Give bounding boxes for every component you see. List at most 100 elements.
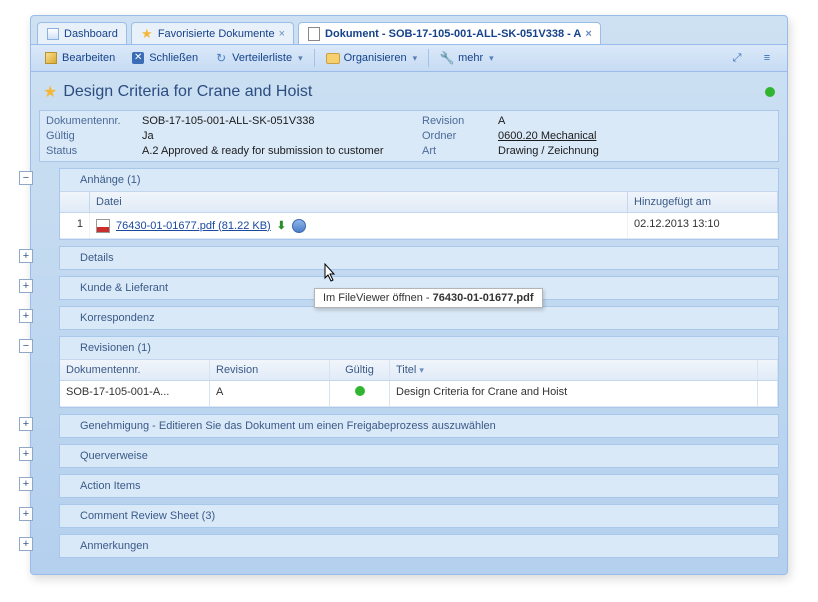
gear-icon: ≡ (760, 51, 774, 65)
approval-panel: Genehmigung - Editieren Sie das Dokument… (59, 414, 779, 438)
tab-close-icon[interactable]: × (279, 28, 285, 40)
panel-toggle[interactable]: − (19, 171, 33, 185)
maximize-icon: ⤢ (730, 51, 744, 65)
download-icon[interactable]: ⬇ (277, 219, 286, 232)
details-panel: Details (59, 246, 779, 270)
panel-title: Action Items (80, 480, 141, 492)
panel-header[interactable]: Action Items (60, 475, 778, 497)
panel-title: Details (80, 252, 114, 264)
panel-toggle[interactable]: + (19, 309, 33, 323)
panel-header[interactable]: Comment Review Sheet (3) (60, 505, 778, 527)
fileviewer-icon[interactable] (292, 219, 306, 233)
cell: SOB-17-105-001-A... (60, 381, 210, 406)
prop-label: Ordner (422, 130, 492, 142)
actionitems-panel: Action Items (59, 474, 779, 498)
cell-date: 02.12.2013 13:10 (628, 213, 778, 238)
prop-label: Art (422, 145, 492, 157)
panel-title: Kunde & Lieferant (80, 282, 168, 294)
edit-button[interactable]: Bearbeiten (37, 47, 122, 69)
tab-close-icon[interactable]: × (585, 28, 591, 40)
col-header[interactable]: Dokumentennr. (60, 360, 210, 380)
pdf-icon (96, 219, 110, 233)
revisions-panel: Revisionen (1) Dokumentennr. Revision Gü… (59, 336, 779, 408)
maximize-button[interactable]: ⤢ (723, 47, 751, 69)
panel-header[interactable]: Genehmigung - Editieren Sie das Dokument… (60, 415, 778, 437)
distribution-list-button[interactable]: ↻ Verteilerliste ▾ (207, 47, 309, 69)
panel-title: Genehmigung - Editieren Sie das Dokument… (80, 420, 496, 432)
tab-label: Favorisierte Dokumente (158, 28, 275, 40)
document-title: Design Criteria for Crane and Hoist (63, 83, 765, 101)
favorite-star-icon[interactable]: ★ (43, 82, 57, 102)
panel-toggle[interactable]: + (19, 279, 33, 293)
panel-toggle[interactable]: − (19, 339, 33, 353)
panel-title: Anmerkungen (80, 540, 149, 552)
prop-value: Drawing / Zeichnung (498, 145, 772, 157)
close-button[interactable]: ✕ Schließen (124, 47, 205, 69)
panel-toggle[interactable]: + (19, 417, 33, 431)
dashboard-icon (46, 27, 60, 41)
panel-toggle[interactable]: + (19, 249, 33, 263)
col-header[interactable]: Titel▾ (390, 360, 758, 380)
button-label: Schließen (149, 52, 198, 64)
col-header[interactable]: Revision (210, 360, 330, 380)
col-header[interactable]: Datei (90, 192, 628, 212)
tab-dashboard[interactable]: Dashboard (37, 22, 127, 44)
chevron-down-icon: ▾ (298, 53, 303, 64)
prop-value: Ja (142, 130, 416, 142)
file-link[interactable]: 76430-01-01677.pdf (81.22 KB) (116, 220, 271, 232)
folder-link[interactable]: 0600.20 Mechanical (498, 130, 772, 142)
status-indicator (765, 87, 775, 97)
panel-title: Comment Review Sheet (3) (80, 510, 215, 522)
document-icon (307, 27, 321, 41)
col-menu[interactable] (758, 360, 778, 380)
settings-button[interactable]: ≡ (753, 47, 781, 69)
panel-header[interactable]: Details (60, 247, 778, 269)
more-button[interactable]: 🔧 mehr ▾ (433, 47, 501, 69)
wrench-icon: 🔧 (440, 51, 454, 65)
tab-label: Dokument - SOB-17-105-001-ALL-SK-051V338… (325, 28, 581, 40)
comment-panel: Comment Review Sheet (3) (59, 504, 779, 528)
panel-toggle[interactable]: + (19, 537, 33, 551)
revisions-grid: Dokumentennr. Revision Gültig Titel▾ SOB… (60, 359, 778, 407)
notes-panel: Anmerkungen (59, 534, 779, 558)
tab-document[interactable]: Dokument - SOB-17-105-001-ALL-SK-051V338… (298, 22, 601, 44)
panel-title: Korrespondenz (80, 312, 155, 324)
panel-header[interactable]: Revisionen (1) (60, 337, 778, 359)
valid-dot-icon (355, 386, 365, 396)
title-row: ★ Design Criteria for Crane and Hoist (39, 80, 779, 110)
table-row[interactable]: 1 76430-01-01677.pdf (81.22 KB) ⬇ 02.12.… (60, 213, 778, 239)
button-label: mehr (458, 52, 483, 64)
panel-title: Querverweise (80, 450, 148, 462)
star-icon: ★ (140, 27, 154, 41)
table-row[interactable]: SOB-17-105-001-A... A Design Criteria fo… (60, 381, 778, 407)
panel-toggle[interactable]: + (19, 507, 33, 521)
button-label: Bearbeiten (62, 52, 115, 64)
refresh-icon: ↻ (214, 51, 228, 65)
tooltip-text: Im FileViewer öffnen - (323, 292, 433, 304)
tab-favorites[interactable]: ★ Favorisierte Dokumente × (131, 22, 294, 44)
panel-header[interactable]: Korrespondenz (60, 307, 778, 329)
toolbar: Bearbeiten ✕ Schließen ↻ Verteilerliste … (31, 44, 787, 72)
prop-value: SOB-17-105-001-ALL-SK-051V338 (142, 115, 416, 127)
organize-button[interactable]: Organisieren ▾ (319, 47, 425, 69)
panel-title: Revisionen (1) (80, 342, 151, 354)
col-header[interactable]: Gültig (330, 360, 390, 380)
panel-title: Anhänge (1) (80, 174, 141, 186)
panel-header[interactable]: Anmerkungen (60, 535, 778, 557)
prop-label: Status (46, 145, 136, 157)
close-icon: ✕ (131, 51, 145, 65)
tab-strip: Dashboard ★ Favorisierte Dokumente × Dok… (31, 16, 787, 44)
correspondence-panel: Korrespondenz (59, 306, 779, 330)
button-label: Organisieren (344, 52, 407, 64)
panel-toggle[interactable]: + (19, 447, 33, 461)
separator (314, 49, 315, 67)
cell: Design Criteria for Crane and Hoist (390, 381, 758, 406)
panel-header[interactable]: Querverweise (60, 445, 778, 467)
panel-toggle[interactable]: + (19, 477, 33, 491)
crossref-panel: Querverweise (59, 444, 779, 468)
col-header[interactable]: Hinzugefügt am (628, 192, 778, 212)
panel-header[interactable]: Anhänge (1) (60, 169, 778, 191)
edit-icon (44, 51, 58, 65)
chevron-down-icon: ▾ (489, 53, 494, 64)
cell: A (210, 381, 330, 406)
